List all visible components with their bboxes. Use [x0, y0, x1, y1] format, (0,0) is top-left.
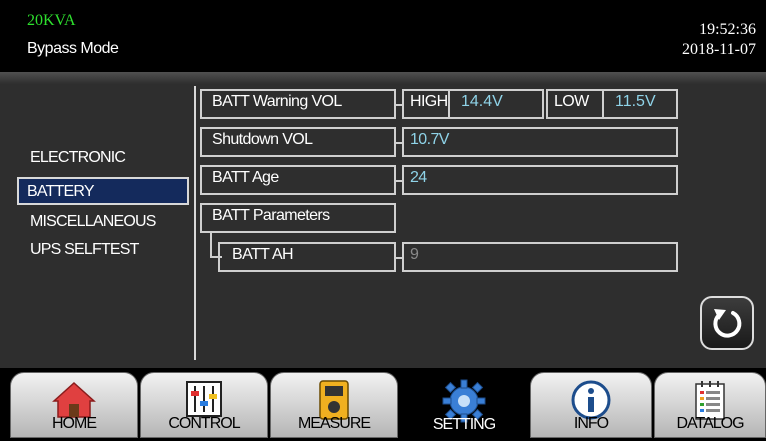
tab-home-label: HOME: [52, 415, 97, 432]
tab-info-label: INFO: [573, 415, 609, 432]
home-icon: [52, 381, 96, 418]
mixer-sliders-icon: [186, 381, 222, 417]
panel-divider: [194, 86, 196, 360]
batt-warning-vol-label: BATT Warning VOL: [200, 89, 396, 119]
model-label: 20KVA: [27, 12, 76, 29]
sidebar-item-battery[interactable]: BATTERY: [17, 177, 189, 205]
batt-age-label: BATT Age: [200, 165, 396, 195]
tab-measure-label: MEASURE: [297, 415, 371, 432]
tab-home[interactable]: HOME: [10, 372, 138, 438]
tab-control-label: CONTROL: [168, 415, 240, 432]
batt-age-field[interactable]: 24: [402, 165, 678, 195]
tree-line: [210, 233, 212, 257]
high-value[interactable]: 14.4V: [455, 93, 503, 111]
clock: 19:52:36 2018-11-07: [682, 20, 756, 60]
low-value[interactable]: 11.5V: [609, 93, 656, 111]
tab-setting-label: SETTING: [432, 416, 496, 433]
status-header: 20KVA Bypass Mode 19:52:36 2018-11-07: [0, 0, 766, 72]
tab-info[interactable]: INFO: [530, 372, 652, 438]
sidebar-item-miscellaneous[interactable]: MISCELLANEOUS: [30, 213, 156, 231]
batt-parameters-label: BATT Parameters: [200, 203, 396, 233]
field-separator: [448, 89, 450, 119]
tab-measure[interactable]: MEASURE: [270, 372, 398, 438]
batt-ah-field[interactable]: 9: [402, 242, 678, 272]
tab-datalog[interactable]: DATALOG: [654, 372, 766, 438]
time-label: 19:52:36: [699, 21, 756, 38]
mode-label: Bypass Mode: [27, 40, 119, 57]
back-arrow-icon: [713, 309, 742, 338]
batt-ah-label: BATT AH: [218, 242, 396, 272]
shutdown-vol-label: Shutdown VOL: [200, 127, 396, 157]
field-separator: [602, 89, 604, 119]
back-button[interactable]: [700, 296, 754, 350]
low-label: LOW: [554, 93, 589, 110]
tab-setting[interactable]: SETTING: [400, 372, 528, 438]
sidebar-item-electronic[interactable]: ELECTRONIC: [30, 149, 126, 167]
tab-control[interactable]: CONTROL: [140, 372, 268, 438]
date-label: 2018-11-07: [681, 41, 756, 58]
sidebar-item-ups-selftest[interactable]: UPS SELFTEST: [30, 241, 139, 259]
high-label: HIGH: [410, 93, 448, 110]
tab-datalog-label: DATALOG: [676, 415, 744, 432]
shutdown-vol-field[interactable]: 10.7V: [402, 127, 678, 157]
panel-top-shade: [0, 72, 766, 84]
